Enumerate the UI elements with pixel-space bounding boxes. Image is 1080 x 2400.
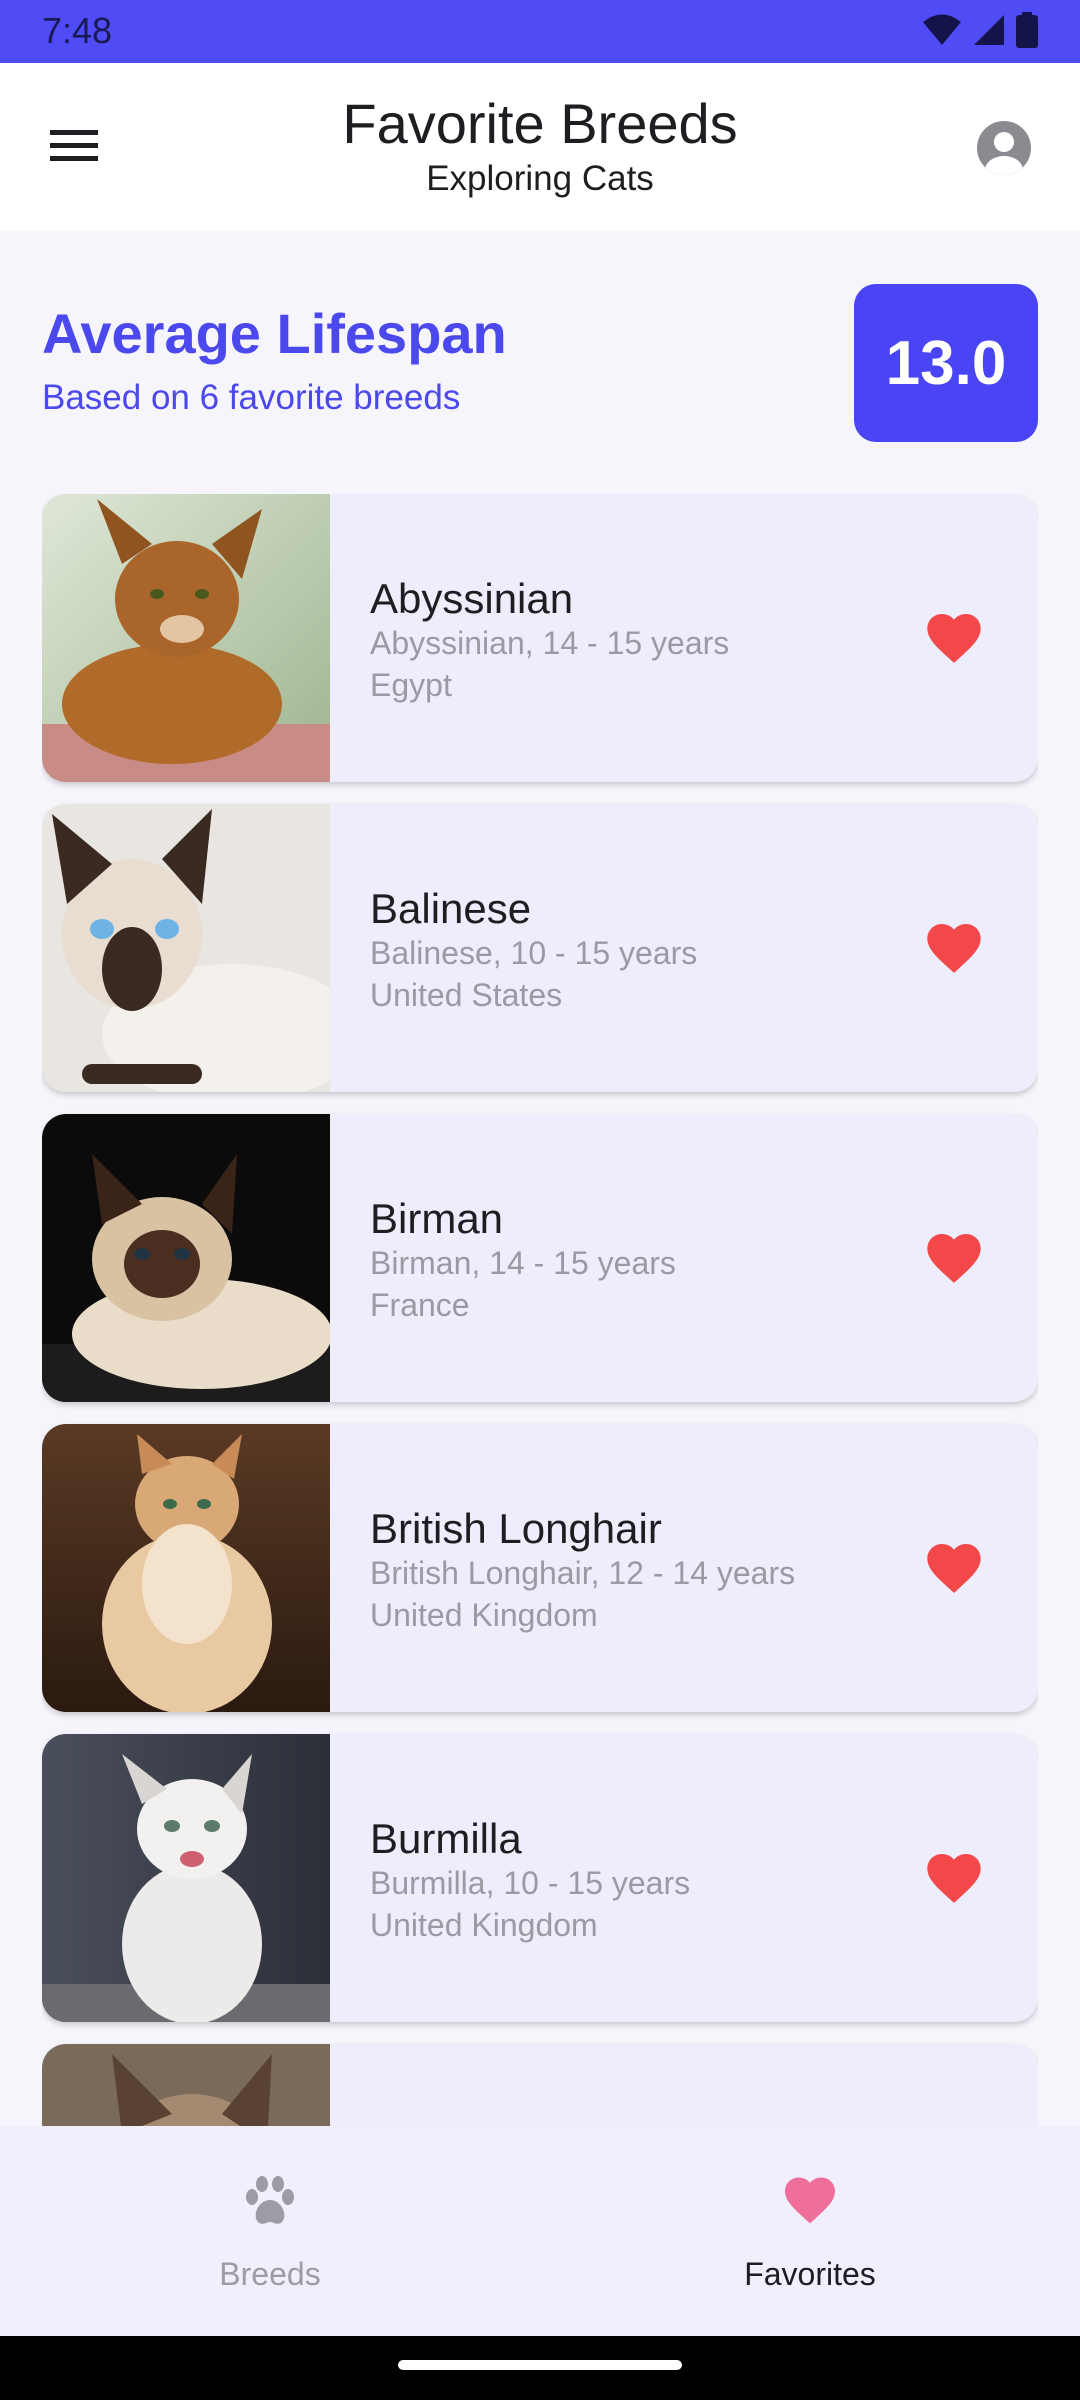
- breed-photo: [42, 2044, 330, 2126]
- menu-icon: [50, 128, 98, 169]
- status-icons: [922, 11, 1038, 53]
- breed-card[interactable]: Birman Birman, 14 - 15 years France: [42, 1114, 1038, 1402]
- breed-card[interactable]: Burmilla Burmilla, 10 - 15 years United …: [42, 1734, 1038, 2022]
- nav-label-favorites: Favorites: [744, 2256, 876, 2292]
- heart-icon: [785, 2177, 835, 2224]
- account-icon: [974, 121, 1034, 182]
- breed-name: Abyssinian: [370, 575, 574, 622]
- favorite-heart-icon[interactable]: [922, 1536, 986, 1600]
- nav-label-breeds: Breeds: [219, 2256, 321, 2292]
- average-lifespan-badge: 13.0: [854, 284, 1038, 442]
- favorite-heart-icon[interactable]: [922, 1846, 986, 1910]
- signal-icon: [972, 13, 1006, 52]
- breed-name: Birman: [370, 1195, 504, 1242]
- breed-lifespan: Burmilla, 10 - 15 years: [370, 1865, 691, 1901]
- favorites-list: Abyssinian Abyssinian, 14 - 15 years Egy…: [42, 494, 1038, 2126]
- summary-title: Average Lifespan: [42, 302, 507, 365]
- page-title: Favorite Breeds: [342, 92, 738, 155]
- page-subtitle: Exploring Cats: [426, 159, 654, 198]
- breed-origin: France: [370, 1287, 470, 1323]
- battery-icon: [1016, 11, 1038, 53]
- breed-name: Balinese: [370, 885, 532, 932]
- breed-photo: [42, 804, 330, 1092]
- breed-lifespan: Birman, 14 - 15 years: [370, 1245, 676, 1281]
- menu-button[interactable]: [36, 113, 112, 183]
- title-block: Favorite Breeds Exploring Cats: [200, 91, 880, 201]
- breed-card[interactable]: Abyssinian Abyssinian, 14 - 15 years Egy…: [42, 494, 1038, 782]
- breed-photo: [42, 494, 330, 782]
- status-time: 7:48: [42, 10, 113, 51]
- breed-lifespan: Abyssinian, 14 - 15 years: [370, 625, 730, 661]
- breed-origin: United Kingdom: [370, 1907, 598, 1943]
- status-bar: 7:48: [0, 0, 1080, 63]
- breed-origin: United States: [370, 977, 563, 1013]
- breed-name: Burmilla: [370, 1815, 522, 1862]
- favorite-heart-icon[interactable]: [922, 606, 986, 670]
- summary-subtitle: Based on 6 favorite breeds: [42, 378, 461, 417]
- breed-card[interactable]: [42, 2044, 1038, 2126]
- breed-origin: Egypt: [370, 667, 452, 703]
- account-button[interactable]: [974, 118, 1034, 178]
- breed-lifespan: British Longhair, 12 - 14 years: [370, 1555, 796, 1591]
- breed-lifespan: Balinese, 10 - 15 years: [370, 935, 698, 971]
- top-app-bar: Favorite Breeds Exploring Cats: [0, 63, 1080, 231]
- favorite-heart-icon[interactable]: [922, 916, 986, 980]
- breed-photo: [42, 1114, 330, 1402]
- breed-photo: [42, 1424, 330, 1712]
- breed-card[interactable]: British Longhair British Longhair, 12 - …: [42, 1424, 1038, 1712]
- breed-photo: [42, 1734, 330, 2022]
- nav-item-breeds[interactable]: Breeds: [0, 2126, 540, 2336]
- gesture-bar: [0, 2336, 1080, 2400]
- wifi-icon: [922, 13, 962, 52]
- breed-name: British Longhair: [370, 1505, 662, 1552]
- favorite-heart-icon[interactable]: [922, 1226, 986, 1290]
- breed-origin: United Kingdom: [370, 1597, 598, 1633]
- breed-card[interactable]: Balinese Balinese, 10 - 15 years United …: [42, 804, 1038, 1092]
- paw-icon: [246, 2176, 294, 2224]
- bottom-navigation: Breeds Favorites: [0, 2126, 1080, 2336]
- nav-item-favorites[interactable]: Favorites: [540, 2126, 1080, 2336]
- home-gesture-handle[interactable]: [398, 2360, 682, 2370]
- lifespan-summary: Average Lifespan Based on 6 favorite bre…: [42, 280, 1038, 445]
